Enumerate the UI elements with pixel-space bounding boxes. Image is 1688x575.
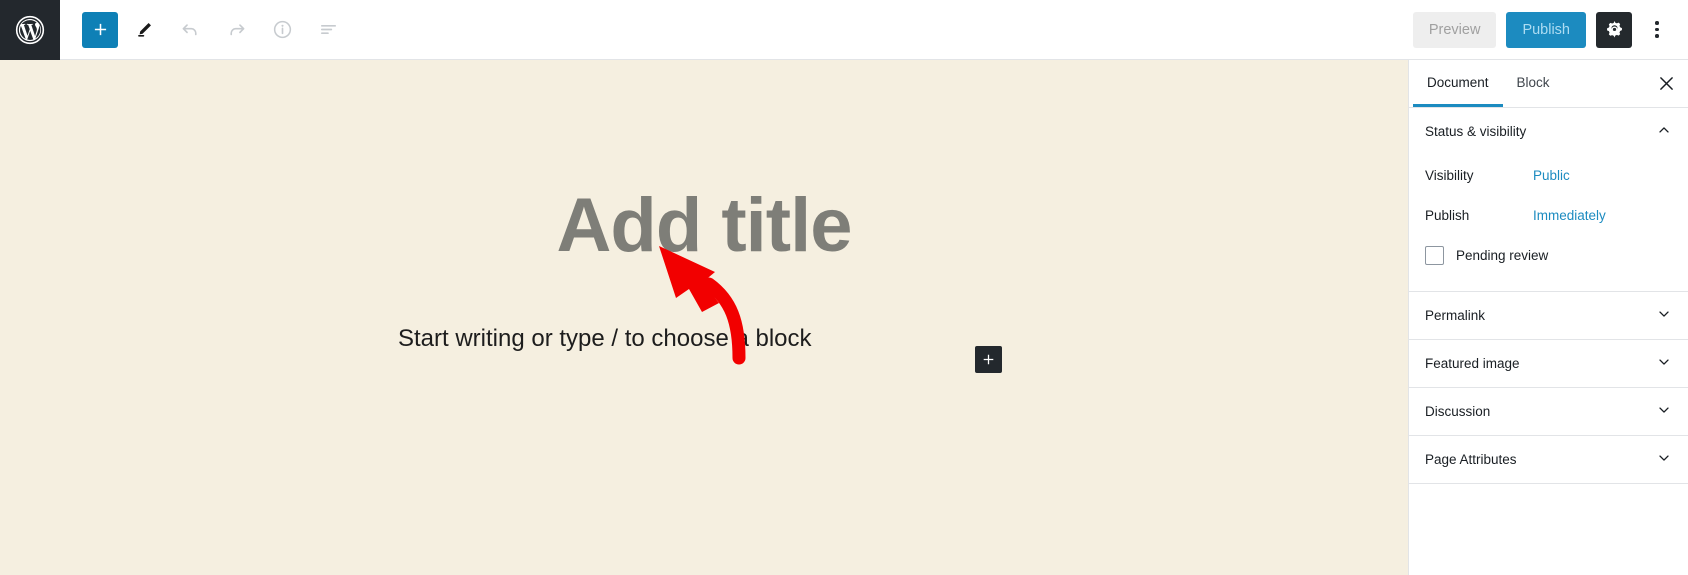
panel-title: Discussion (1425, 404, 1491, 419)
post-title-input[interactable]: Add title (0, 188, 1408, 264)
header-left-tools (60, 0, 348, 59)
panel-featured-image: Featured image (1409, 340, 1688, 388)
panel-page-attributes-header[interactable]: Page Attributes (1409, 436, 1688, 483)
wordpress-logo-icon[interactable] (0, 0, 60, 60)
panel-title: Permalink (1425, 308, 1486, 323)
settings-sidebar: Document Block Status & visibility Visib… (1408, 60, 1688, 575)
publish-label: Publish (1425, 207, 1470, 223)
kebab-dot (1655, 34, 1659, 38)
redo-button[interactable] (216, 10, 256, 50)
kebab-dot (1655, 27, 1659, 32)
pending-review-label: Pending review (1456, 247, 1549, 263)
panel-status-and-visibility-header[interactable]: Status & visibility (1409, 108, 1688, 155)
content-info-button[interactable] (262, 10, 302, 50)
panel-discussion: Discussion (1409, 388, 1688, 436)
panel-title: Status & visibility (1425, 124, 1527, 139)
paragraph-block-placeholder[interactable]: Start writing or type / to choose a bloc… (398, 325, 812, 353)
panel-status-and-visibility: Status & visibility Visibility Public Pu… (1409, 108, 1688, 292)
sidebar-tab-bar: Document Block (1409, 60, 1688, 108)
pending-review-checkbox-row[interactable]: Pending review (1425, 235, 1672, 275)
edit-mode-button[interactable] (124, 10, 164, 50)
preview-button[interactable]: Preview (1412, 11, 1497, 48)
wordpress-block-editor: Preview Publish Add title Start writing … (0, 0, 1688, 575)
gear-icon[interactable] (1596, 11, 1632, 48)
publish-button[interactable]: Publish (1506, 11, 1586, 48)
close-x-icon[interactable] (1644, 60, 1688, 107)
kebab-dot (1655, 21, 1659, 25)
editor-canvas[interactable]: Add title Start writing or type / to cho… (0, 60, 1408, 575)
block-navigation-button[interactable] (308, 10, 348, 50)
tab-block[interactable]: Block (1503, 60, 1564, 107)
editor-body: Add title Start writing or type / to cho… (0, 60, 1688, 575)
panel-discussion-header[interactable]: Discussion (1409, 388, 1688, 435)
undo-button[interactable] (170, 10, 210, 50)
publish-row: Publish Immediately (1425, 195, 1672, 235)
tab-document[interactable]: Document (1413, 60, 1503, 107)
panel-title: Featured image (1425, 356, 1520, 371)
visibility-value-button[interactable]: Public (1533, 168, 1570, 183)
chevron-down-icon (1656, 450, 1672, 469)
tab-bar-spacer (1564, 60, 1644, 107)
add-block-button[interactable] (82, 11, 118, 48)
chevron-down-icon (1656, 354, 1672, 373)
kebab-menu-icon[interactable] (1642, 12, 1672, 48)
inline-block-inserter-button[interactable] (975, 346, 1002, 373)
panel-permalink: Permalink (1409, 292, 1688, 340)
publish-value-button[interactable]: Immediately (1533, 208, 1606, 223)
chevron-down-icon (1656, 306, 1672, 325)
panel-featured-image-header[interactable]: Featured image (1409, 340, 1688, 387)
pending-review-checkbox[interactable] (1425, 245, 1444, 265)
chevron-down-icon (1656, 402, 1672, 421)
header-spacer (348, 0, 1413, 59)
visibility-label: Visibility (1425, 167, 1474, 183)
annotation-arrow-overlay (659, 246, 746, 365)
header-right-tools: Preview Publish (1412, 0, 1688, 59)
chevron-up-icon (1656, 122, 1672, 141)
panel-status-and-visibility-body: Visibility Public Publish Immediately Pe… (1409, 155, 1688, 291)
panel-permalink-header[interactable]: Permalink (1409, 292, 1688, 339)
panel-title: Page Attributes (1425, 452, 1517, 467)
panel-page-attributes: Page Attributes (1409, 436, 1688, 484)
editor-header-toolbar: Preview Publish (0, 0, 1688, 60)
visibility-row: Visibility Public (1425, 155, 1672, 195)
